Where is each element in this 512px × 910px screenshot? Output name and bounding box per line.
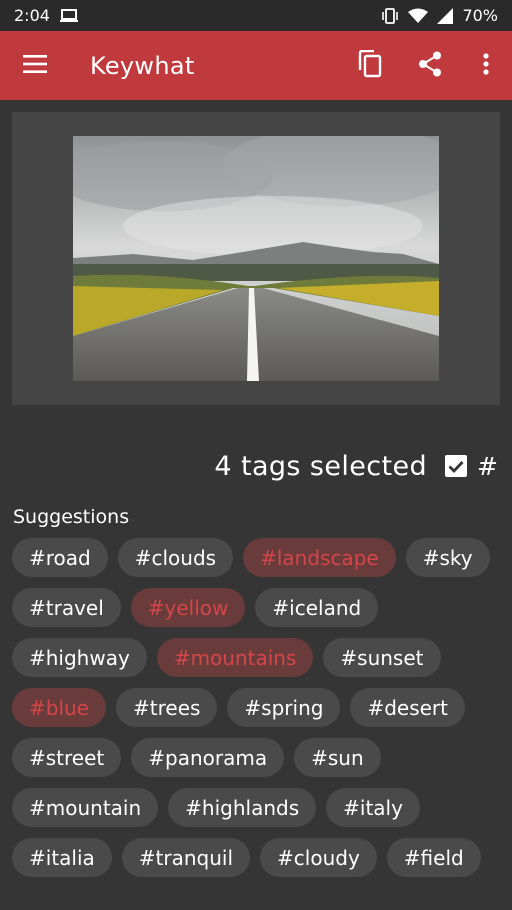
road-landscape-photo xyxy=(73,136,439,381)
tag-chip[interactable]: #sky xyxy=(405,538,490,577)
vibrate-icon xyxy=(381,7,399,25)
more-options-button[interactable] xyxy=(460,31,512,100)
menu-icon xyxy=(23,54,47,77)
hash-label: # xyxy=(477,451,498,481)
checkmark-icon xyxy=(448,460,464,473)
suggestions-heading: Suggestions xyxy=(13,506,130,528)
tag-chip[interactable]: #yellow xyxy=(130,588,246,627)
tag-chip[interactable]: #cloudy xyxy=(260,838,377,877)
tag-chip[interactable]: #mountains xyxy=(156,638,314,677)
laptop-icon xyxy=(59,8,78,23)
selection-summary: 4 tags selected # xyxy=(214,448,498,484)
tag-chip[interactable]: #desert xyxy=(350,688,465,727)
tag-chip[interactable]: #spring xyxy=(227,688,341,727)
copy-button[interactable] xyxy=(340,31,400,100)
tag-chip[interactable]: #field xyxy=(386,838,481,877)
tag-chip[interactable]: #highway xyxy=(12,638,147,677)
share-button[interactable] xyxy=(400,31,460,100)
tag-chip[interactable]: #italy xyxy=(326,788,420,827)
tag-chip[interactable]: #clouds xyxy=(117,538,234,577)
tag-chip[interactable]: #panorama xyxy=(131,738,285,777)
tag-chip[interactable]: #trees xyxy=(116,688,218,727)
share-icon xyxy=(418,51,442,81)
tag-chip[interactable]: #travel xyxy=(12,588,121,627)
more-vert-icon xyxy=(483,52,489,79)
hash-checkbox[interactable] xyxy=(445,455,468,477)
tag-chip[interactable]: #mountain xyxy=(12,788,159,827)
tag-chip[interactable]: #blue xyxy=(12,688,106,727)
signal-icon xyxy=(437,7,454,24)
menu-button[interactable] xyxy=(0,31,70,100)
image-card xyxy=(12,112,500,405)
status-time: 2:04 xyxy=(14,6,50,25)
tag-chip[interactable]: #highlands xyxy=(168,788,317,827)
tag-chip[interactable]: #italia xyxy=(12,838,112,877)
app-title: Keywhat xyxy=(90,51,195,80)
copy-icon xyxy=(358,49,382,82)
tag-chip[interactable]: #sun xyxy=(294,738,381,777)
tag-chip[interactable]: #landscape xyxy=(243,538,396,577)
tag-chip[interactable]: #road xyxy=(12,538,108,577)
tag-chip[interactable]: #tranquil xyxy=(121,838,251,877)
tag-chip[interactable]: #street xyxy=(12,738,122,777)
selected-photo[interactable] xyxy=(73,136,439,381)
tags-selected-count: 4 tags selected xyxy=(214,450,428,482)
status-bar: 2:04 70% xyxy=(0,0,512,31)
battery-text: 70% xyxy=(462,6,498,25)
tag-chip[interactable]: #sunset xyxy=(323,638,441,677)
app-toolbar: Keywhat xyxy=(0,31,512,100)
tag-chip[interactable]: #iceland xyxy=(255,588,379,627)
wifi-icon xyxy=(408,8,429,24)
suggestion-chips: #road #clouds #landscape #sky #travel #yellow… xyxy=(12,538,506,877)
